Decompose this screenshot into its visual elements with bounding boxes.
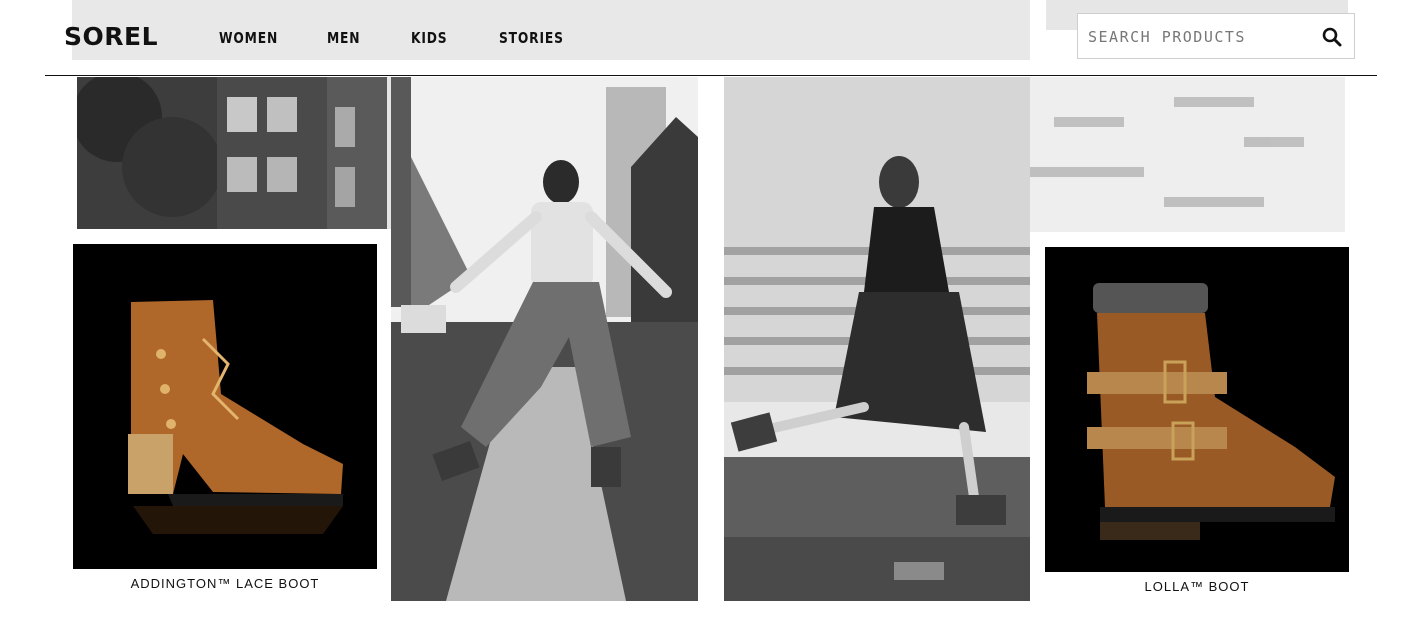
sorel-logo[interactable]: SOREL bbox=[64, 22, 158, 52]
header-divider bbox=[45, 75, 1377, 76]
search-input[interactable] bbox=[1086, 22, 1310, 52]
lolla-boot-image[interactable] bbox=[1045, 247, 1349, 572]
addington-product-caption[interactable]: ADDINGTON™ LACE BOOT bbox=[73, 576, 377, 591]
addington-lace-boot-image[interactable] bbox=[73, 244, 377, 569]
woman-walking-street-photo bbox=[391, 77, 698, 601]
nav-kids[interactable]: KIDS bbox=[411, 26, 447, 50]
search-button[interactable] bbox=[1320, 25, 1344, 49]
nav-stories[interactable]: STORIES bbox=[499, 26, 564, 50]
search-icon bbox=[1322, 27, 1342, 47]
lolla-product-caption[interactable]: LOLLA™ BOOT bbox=[1045, 579, 1349, 594]
nav-men[interactable]: MEN bbox=[327, 26, 360, 50]
search-box bbox=[1077, 13, 1355, 59]
woman-leaping-wall-photo bbox=[724, 77, 1030, 601]
nav-women[interactable]: WOMEN bbox=[219, 26, 278, 50]
